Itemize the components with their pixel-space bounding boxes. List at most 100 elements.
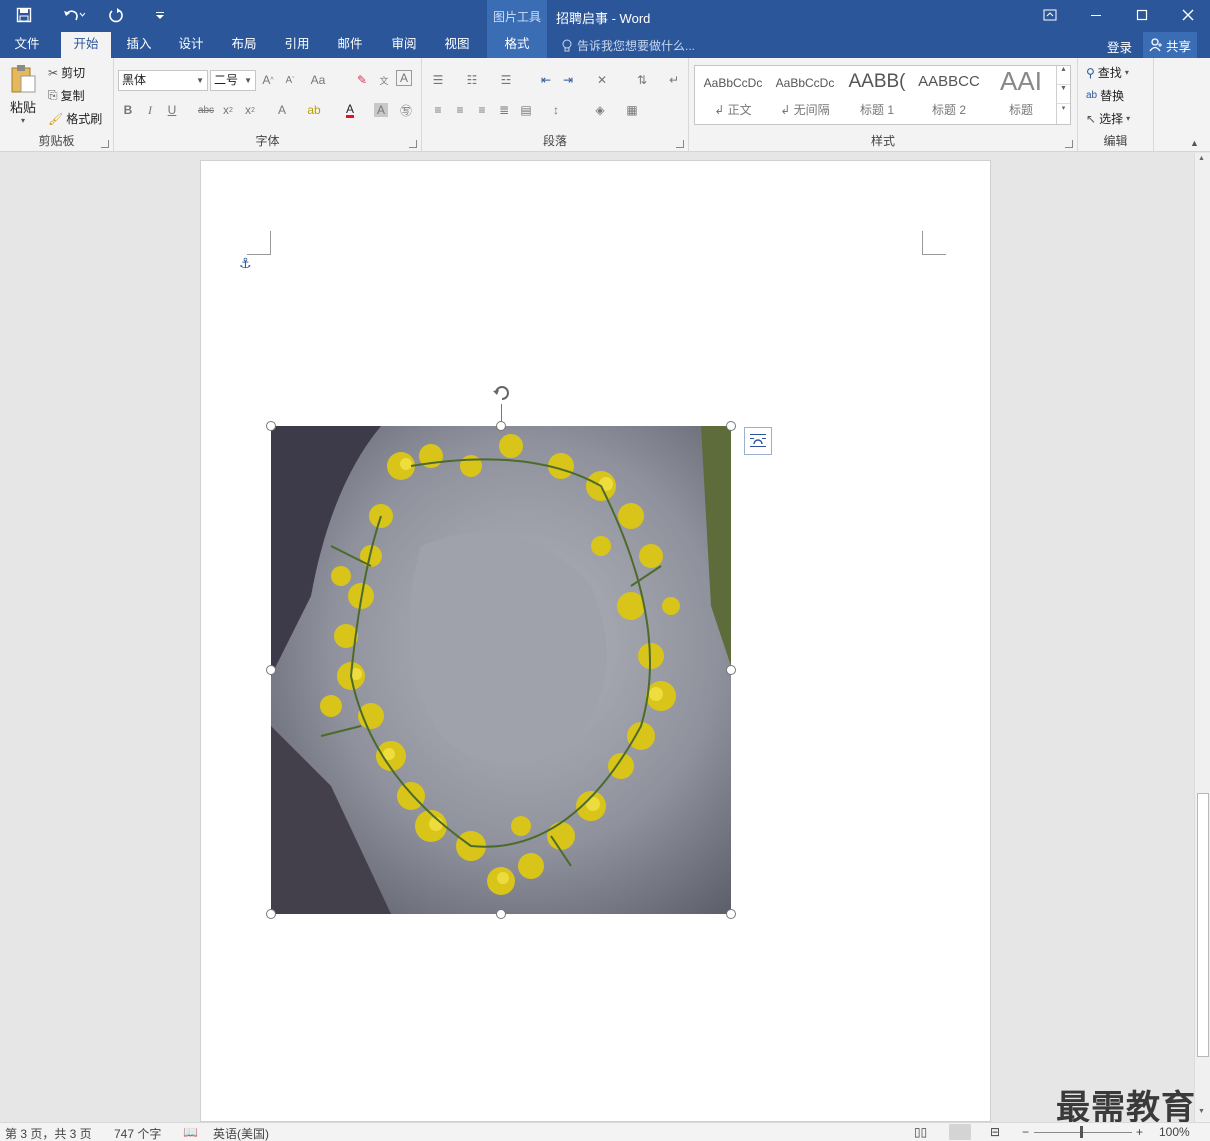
numbering-icon[interactable]: ☷ xyxy=(462,70,482,90)
style-heading-1[interactable]: AABB( 标题 1 xyxy=(841,66,913,124)
scroll-thumb[interactable] xyxy=(1197,793,1209,1057)
select-button[interactable]: ↖ 选择 ▾ xyxy=(1086,110,1130,127)
align-center-icon[interactable]: ≡ xyxy=(450,100,470,120)
zoom-slider-thumb[interactable] xyxy=(1080,1126,1083,1138)
tab-file[interactable]: 文件 xyxy=(4,32,50,58)
find-button[interactable]: ⚲ 查找 ▾ xyxy=(1086,64,1129,81)
language-indicator[interactable]: 英语(美国) xyxy=(213,1125,269,1141)
customize-quick-access-icon[interactable] xyxy=(150,0,170,30)
align-right-icon[interactable]: ≡ xyxy=(472,100,492,120)
character-shading-icon[interactable]: A xyxy=(374,103,388,117)
sort-icon[interactable]: ⇅ xyxy=(632,70,652,90)
borders-icon[interactable]: ▦ xyxy=(622,100,642,120)
strikethrough-icon[interactable]: abc xyxy=(196,100,216,120)
zoom-in-icon[interactable]: + xyxy=(1136,1125,1143,1139)
vertical-scrollbar[interactable]: ▲ ▼ xyxy=(1194,153,1210,1122)
subscript-icon[interactable]: x2 xyxy=(218,100,238,120)
style-normal[interactable]: AaBbCcDc ↲ 正文 xyxy=(697,66,769,124)
tab-review[interactable]: 审阅 xyxy=(381,32,427,58)
resize-handle-sw[interactable] xyxy=(266,909,276,919)
tab-view[interactable]: 视图 xyxy=(434,32,480,58)
resize-handle-nw[interactable] xyxy=(266,421,276,431)
shrink-font-icon[interactable]: Aˇ xyxy=(280,70,300,90)
align-left-icon[interactable]: ≡ xyxy=(428,100,448,120)
character-border-icon[interactable]: A xyxy=(396,70,412,86)
close-icon[interactable] xyxy=(1165,0,1210,30)
superscript-icon[interactable]: x2 xyxy=(240,100,260,120)
maximize-icon[interactable] xyxy=(1119,0,1165,30)
resize-handle-se[interactable] xyxy=(726,909,736,919)
styles-gallery-scroll[interactable]: ▲ ▼ ▾ xyxy=(1056,66,1070,124)
increase-indent-icon[interactable]: ⇥ xyxy=(558,70,578,90)
redo-icon[interactable] xyxy=(104,0,128,30)
bullets-icon[interactable]: ☰ xyxy=(428,70,448,90)
save-icon[interactable] xyxy=(10,0,38,30)
resize-handle-s[interactable] xyxy=(496,909,506,919)
tab-mailings[interactable]: 邮件 xyxy=(327,32,373,58)
chinese-layout-icon[interactable]: ✕ xyxy=(592,70,612,90)
tab-insert[interactable]: 插入 xyxy=(116,32,162,58)
distributed-icon[interactable]: ▤ xyxy=(516,100,536,120)
sign-in-link[interactable]: 登录 xyxy=(1107,37,1132,56)
zoom-level[interactable]: 100% xyxy=(1159,1125,1190,1139)
paragraph-launcher-icon[interactable] xyxy=(676,140,684,148)
page-count[interactable]: 第 3 页，共 3 页 xyxy=(5,1125,92,1141)
clipboard-launcher-icon[interactable] xyxy=(101,140,109,148)
undo-icon[interactable] xyxy=(56,0,92,30)
proofing-icon[interactable]: 📖 xyxy=(183,1125,198,1139)
document-page[interactable]: ⚓ xyxy=(200,160,991,1122)
layout-options-button[interactable] xyxy=(744,427,772,455)
text-effects-icon[interactable]: A xyxy=(272,100,292,120)
font-name-combo[interactable]: 黑体 ▼ xyxy=(118,70,208,91)
zoom-out-icon[interactable]: − xyxy=(1022,1125,1029,1139)
tab-home[interactable]: 开始 xyxy=(61,32,111,58)
zoom-slider[interactable] xyxy=(1034,1132,1132,1133)
clear-formatting-icon[interactable]: ✎ xyxy=(352,70,372,90)
replace-button[interactable]: ab 替换 xyxy=(1086,87,1124,104)
style-heading-2[interactable]: AABBCC 标题 2 xyxy=(913,66,985,124)
justify-icon[interactable]: ≣ xyxy=(494,100,514,120)
chevron-up-icon[interactable]: ▲ xyxy=(1057,66,1070,85)
style-no-spacing[interactable]: AaBbCcDc ↲ 无间隔 xyxy=(769,66,841,124)
style-title[interactable]: AAI 标题 xyxy=(985,66,1057,124)
enclose-characters-icon[interactable]: ㊢ xyxy=(396,100,416,120)
font-color-icon[interactable]: A xyxy=(340,100,360,120)
change-case-icon[interactable]: Aa xyxy=(308,70,328,90)
minimize-icon[interactable] xyxy=(1073,0,1119,30)
read-mode-icon[interactable]: ▯▯ xyxy=(914,1125,927,1139)
grow-font-icon[interactable]: A ^ xyxy=(258,70,278,90)
resize-handle-e[interactable] xyxy=(726,665,736,675)
tab-layout[interactable]: 布局 xyxy=(221,32,267,58)
tab-picture-format[interactable]: 格式 xyxy=(487,32,547,58)
styles-launcher-icon[interactable] xyxy=(1065,140,1073,148)
word-count[interactable]: 747 个字 xyxy=(114,1125,161,1141)
tab-references[interactable]: 引用 xyxy=(274,32,320,58)
print-layout-icon[interactable] xyxy=(949,1124,971,1140)
paste-button[interactable]: 粘贴 ▾ xyxy=(6,64,40,126)
more-styles-icon[interactable]: ▾ xyxy=(1057,104,1070,122)
copy-button[interactable]: ⎘ 复制 xyxy=(48,87,85,104)
resize-handle-ne[interactable] xyxy=(726,421,736,431)
resize-handle-n[interactable] xyxy=(496,421,506,431)
resize-handle-w[interactable] xyxy=(266,665,276,675)
font-size-combo[interactable]: 二号 ▼ xyxy=(210,70,256,91)
chevron-down-icon[interactable]: ▼ xyxy=(1057,85,1070,104)
font-launcher-icon[interactable] xyxy=(409,140,417,148)
format-painter-button[interactable]: 🖌 格式刷 xyxy=(48,110,102,127)
tell-me-box[interactable]: 告诉我您想要做什么... xyxy=(561,37,695,54)
show-marks-icon[interactable]: ↵ xyxy=(664,70,684,90)
line-spacing-icon[interactable]: ↕ xyxy=(546,100,566,120)
scroll-up-icon[interactable]: ▲ xyxy=(1198,155,1205,162)
cut-button[interactable]: ✂ 剪切 xyxy=(48,64,85,81)
collapse-ribbon-icon[interactable]: ▲ xyxy=(1190,138,1199,148)
rotate-handle-icon[interactable] xyxy=(490,381,514,405)
ribbon-display-options-icon[interactable] xyxy=(1027,0,1073,30)
share-button[interactable]: 共享 xyxy=(1143,32,1197,58)
decrease-indent-icon[interactable]: ⇤ xyxy=(536,70,556,90)
italic-icon[interactable]: I xyxy=(140,100,160,120)
scroll-down-icon[interactable]: ▼ xyxy=(1198,1108,1205,1115)
phonetic-guide-icon[interactable]: 文 xyxy=(374,70,394,90)
multilevel-list-icon[interactable]: ☲ xyxy=(496,70,516,90)
tab-design[interactable]: 设计 xyxy=(168,32,214,58)
selected-picture[interactable] xyxy=(266,421,736,919)
